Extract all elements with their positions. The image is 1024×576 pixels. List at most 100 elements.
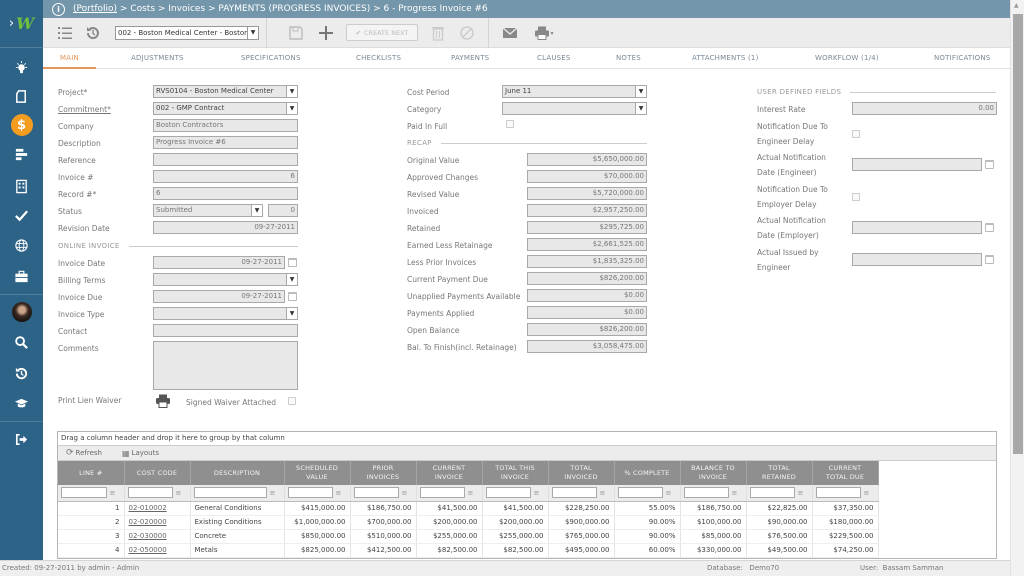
create-next-button[interactable]: ✔ CREATE NEXT xyxy=(346,24,418,41)
tab-notifications[interactable]: NOTIFICATIONS xyxy=(934,48,990,69)
column-header[interactable]: DESCRIPTION xyxy=(190,461,285,485)
check-icon[interactable] xyxy=(0,204,43,226)
group-by-area[interactable]: Drag a column header and drop it here to… xyxy=(58,432,996,446)
comments-textarea[interactable] xyxy=(153,341,298,390)
page-scrollbar[interactable]: ▲ xyxy=(1010,0,1024,576)
chevron-right-icon[interactable]: › xyxy=(9,16,14,31)
filter-input[interactable] xyxy=(749,487,795,499)
filter-input[interactable] xyxy=(353,487,399,499)
status-number-field[interactable]: 0 xyxy=(268,204,298,217)
tab-payments[interactable]: PAYMENTS xyxy=(451,48,489,69)
email-button[interactable] xyxy=(500,18,520,48)
user-avatar-button[interactable] xyxy=(0,301,43,323)
description-field[interactable]: Progress Invoice #6 xyxy=(153,136,298,149)
company-field[interactable]: Boston Contractors xyxy=(153,119,298,132)
column-header[interactable]: TOTAL THIS INVOICE xyxy=(482,461,549,485)
contact-field[interactable] xyxy=(153,324,298,337)
project-select[interactable]: 002 - Boston Medical Center - Boston ▼ xyxy=(115,26,259,40)
filter-icon[interactable]: ≡ xyxy=(270,489,278,496)
revision-date-field[interactable]: 09-27-2011 xyxy=(153,221,298,234)
filter-icon[interactable]: ≡ xyxy=(864,489,872,496)
chevron-down-icon[interactable]: ▼ xyxy=(286,274,297,285)
add-button[interactable] xyxy=(316,18,336,48)
filter-icon[interactable]: ≡ xyxy=(176,489,184,496)
table-row[interactable]: 3 02-030000 Concrete $850,000.00 $510,000.00… xyxy=(58,529,879,544)
history-icon[interactable] xyxy=(83,18,103,48)
tab-clauses[interactable]: CLAUSES xyxy=(537,48,571,69)
filter-input[interactable] xyxy=(815,487,861,499)
project-select[interactable]: RVS0104 - Boston Medical Center ▼ xyxy=(153,85,298,98)
filter-input[interactable] xyxy=(419,487,465,499)
building-icon[interactable] xyxy=(0,175,43,197)
invoice-type-select[interactable]: ▼ xyxy=(153,307,298,320)
search-icon[interactable] xyxy=(0,331,43,353)
paid-in-full-checkbox[interactable] xyxy=(506,120,514,128)
calendar-icon[interactable] xyxy=(985,160,994,169)
reference-field[interactable] xyxy=(153,153,298,166)
refresh-button[interactable]: ⟳ Refresh xyxy=(66,448,102,458)
app-logo[interactable]: › W xyxy=(0,0,43,48)
column-header[interactable]: CURRENT TOTAL DUE xyxy=(812,461,879,485)
globe-icon[interactable] xyxy=(0,234,43,256)
billing-terms-select[interactable]: ▼ xyxy=(153,273,298,286)
chevron-down-icon[interactable]: ▼ xyxy=(286,86,297,97)
history-icon[interactable] xyxy=(0,362,43,384)
commitment-link[interactable]: Commitment* xyxy=(58,105,111,114)
graduation-cap-icon[interactable] xyxy=(0,392,43,414)
actual-notif-engineer-field[interactable] xyxy=(852,158,982,171)
tab-workflow[interactable]: WORKFLOW (1/4) xyxy=(815,48,879,69)
commitment-select[interactable]: 002 - GMP Contract ▼ xyxy=(153,102,298,115)
column-header[interactable]: BALANCE TO INVOICE xyxy=(680,461,747,485)
chevron-down-icon[interactable]: ▼ xyxy=(635,86,646,97)
column-header[interactable]: LINE # xyxy=(58,461,125,485)
layouts-button[interactable]: ▦ Layouts xyxy=(122,449,159,458)
tab-notes[interactable]: NOTES xyxy=(616,48,641,69)
filter-input[interactable] xyxy=(683,487,729,499)
save-button[interactable] xyxy=(286,18,306,48)
column-header[interactable]: % COMPLETE xyxy=(614,461,681,485)
cancel-button[interactable] xyxy=(457,18,477,48)
filter-input[interactable] xyxy=(127,487,173,499)
calendar-icon[interactable] xyxy=(288,292,297,301)
filter-icon[interactable]: ≡ xyxy=(468,489,476,496)
filter-icon[interactable]: ≡ xyxy=(110,489,118,496)
filter-input[interactable] xyxy=(551,487,597,499)
column-header[interactable]: TOTAL INVOICED xyxy=(548,461,615,485)
cost-code-link[interactable]: 02-050000 xyxy=(129,546,167,554)
notif-employer-checkbox[interactable] xyxy=(852,193,860,201)
calendar-icon[interactable] xyxy=(288,258,297,267)
logout-icon[interactable] xyxy=(0,428,43,450)
calendar-icon[interactable] xyxy=(985,255,994,264)
info-icon[interactable]: i xyxy=(52,2,65,16)
breadcrumb-portfolio-link[interactable]: (Portfolio) xyxy=(73,4,117,14)
filter-input[interactable] xyxy=(485,487,531,499)
invoice-date-field[interactable]: 09-27-2011 xyxy=(153,256,285,269)
filter-icon[interactable]: ≡ xyxy=(534,489,542,496)
filter-icon[interactable]: ≡ xyxy=(798,489,806,496)
calendar-icon[interactable] xyxy=(985,223,994,232)
table-row[interactable]: 1 02-010002 General Conditions $415,000.00 $… xyxy=(58,501,879,516)
cost-period-select[interactable]: June 11 ▼ xyxy=(502,85,647,98)
chevron-down-icon[interactable]: ▼ xyxy=(247,27,258,39)
interest-rate-field[interactable]: 0.00 xyxy=(852,102,997,115)
signed-waiver-checkbox[interactable] xyxy=(288,397,296,405)
filter-input[interactable] xyxy=(617,487,663,499)
lightbulb-icon[interactable] xyxy=(0,56,43,78)
tab-specifications[interactable]: SPECIFICATIONS xyxy=(241,48,301,69)
chevron-down-icon[interactable]: ▼ xyxy=(286,103,297,114)
column-header[interactable]: CURRENT INVOICE xyxy=(416,461,483,485)
list-view-icon[interactable] xyxy=(55,18,75,48)
column-header[interactable]: SCHEDULED VALUE xyxy=(284,461,351,485)
print-button[interactable]: ▾ xyxy=(531,18,557,48)
record-number-field[interactable]: 6 xyxy=(153,187,298,200)
column-header[interactable]: COST CODE xyxy=(124,461,191,485)
table-row[interactable]: 4 02-050000 Metals $825,000.00 $412,500.00 $8… xyxy=(58,543,879,558)
table-row[interactable]: 2 02-020000 Existing Conditions $1,000,000.… xyxy=(58,515,879,530)
costs-nav[interactable]: $ xyxy=(0,114,43,136)
notif-engineer-checkbox[interactable] xyxy=(852,130,860,138)
filter-icon[interactable]: ≡ xyxy=(732,489,740,496)
gantt-icon[interactable] xyxy=(0,143,43,165)
chevron-down-icon[interactable]: ▼ xyxy=(286,308,297,319)
filter-icon[interactable]: ≡ xyxy=(600,489,608,496)
tab-main[interactable]: MAIN xyxy=(43,48,96,69)
